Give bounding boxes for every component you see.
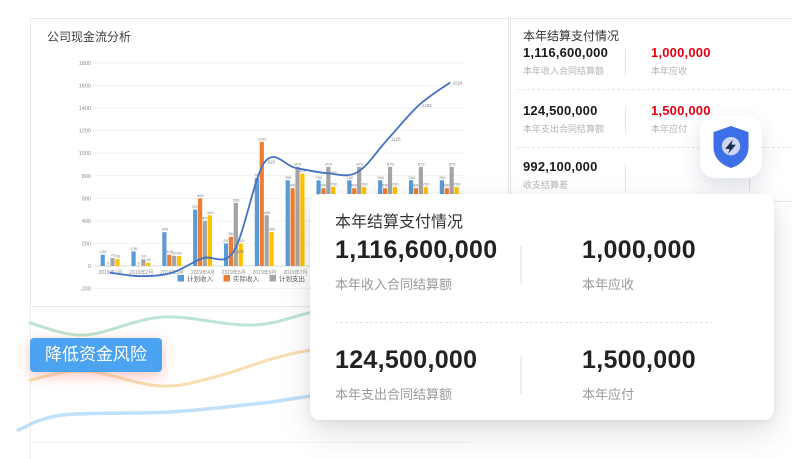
svg-text:400: 400 (82, 219, 91, 225)
svg-text:1800: 1800 (79, 61, 91, 67)
svg-text:计划收入: 计划收入 (187, 274, 214, 283)
svg-text:90: 90 (177, 250, 182, 255)
panel-payable-value: 1,500,000 (651, 103, 711, 118)
divider (335, 322, 713, 323)
panel-receivable: 1,000,000 本年应收 (651, 45, 711, 77)
svg-text:70: 70 (206, 256, 212, 261)
svg-text:700: 700 (454, 182, 461, 187)
svg-text:0: 0 (107, 261, 110, 266)
svg-text:700: 700 (361, 182, 368, 187)
svg-text:700: 700 (392, 182, 399, 187)
popup-payable-label: 本年应付 (582, 384, 696, 403)
svg-text:1000: 1000 (79, 151, 91, 157)
divider (625, 165, 626, 191)
svg-text:2019年4月: 2019年4月 (191, 269, 215, 276)
svg-text:879: 879 (325, 161, 332, 166)
svg-text:879: 879 (418, 161, 425, 166)
svg-text:-200: -200 (80, 287, 91, 293)
settlement-panel-title: 本年结算支付情况 (523, 27, 619, 44)
svg-text:450: 450 (207, 210, 214, 215)
svg-text:2019年7月: 2019年7月 (283, 269, 307, 276)
svg-text:1126: 1126 (391, 137, 401, 142)
popup-payable: 1,500,000 本年应付 (582, 346, 696, 403)
popup-expense-settlement-value: 124,500,000 (335, 346, 477, 375)
svg-text:30: 30 (146, 257, 151, 262)
svg-text:300: 300 (161, 227, 168, 232)
svg-text:760: 760 (377, 175, 384, 180)
svg-text:1200: 1200 (79, 129, 91, 135)
svg-text:实际收入: 实际收入 (233, 274, 260, 283)
svg-text:1600: 1600 (79, 84, 91, 90)
popup-payable-value: 1,500,000 (582, 346, 696, 375)
svg-text:800: 800 (82, 174, 91, 180)
divider (520, 246, 522, 284)
popup-expense-settlement-label: 本年支出合同结算额 (335, 384, 477, 403)
popup-income-settlement-label: 本年收入合同结算额 (335, 274, 497, 293)
svg-text:760: 760 (316, 175, 323, 180)
svg-text:计划支出: 计划支出 (279, 274, 305, 283)
divider (625, 107, 626, 133)
svg-text:0: 0 (88, 264, 91, 270)
risk-reduction-badge: 降低资金风险 (30, 338, 162, 372)
panel-receivable-value: 1,000,000 (651, 45, 711, 60)
popup-title: 本年结算支付情况 (335, 208, 463, 232)
svg-text:130: 130 (237, 249, 245, 254)
svg-text:600: 600 (82, 196, 91, 202)
popup-receivable-label: 本年应收 (582, 274, 696, 293)
svg-text:2019年5月: 2019年5月 (222, 269, 246, 276)
svg-text:879: 879 (449, 161, 456, 166)
svg-text:920: 920 (268, 160, 276, 165)
divider (520, 356, 522, 394)
popup-income-settlement-value: 1,116,600,000 (335, 236, 497, 265)
svg-text:824: 824 (329, 171, 337, 176)
panel-income-settlement: 1,116,600,000 本年收入合同结算额 (523, 45, 608, 77)
svg-text:760: 760 (408, 175, 415, 180)
svg-text:879: 879 (387, 161, 394, 166)
svg-text:100: 100 (100, 249, 107, 254)
svg-text:702: 702 (330, 181, 337, 186)
svg-text:879: 879 (356, 161, 363, 166)
panel-expense-settlement-value: 124,500,000 (523, 103, 604, 118)
panel-receivable-label: 本年应收 (651, 64, 711, 77)
svg-text:0: 0 (138, 261, 141, 266)
shield-lightning-icon (710, 124, 752, 170)
svg-text:760: 760 (285, 175, 292, 180)
divider (625, 49, 626, 75)
settlement-popup: 本年结算支付情况 1,116,600,000 本年收入合同结算额 1,000,0… (310, 194, 774, 420)
panel-balance: 992,100,000 收支结算差 (523, 159, 598, 191)
svg-text:1400: 1400 (79, 106, 91, 112)
svg-text:130: 130 (131, 246, 138, 251)
panel-expense-settlement: 124,500,000 本年支出合同结算额 (523, 103, 604, 135)
svg-text:1425: 1425 (422, 103, 433, 108)
panel-expense-settlement-label: 本年支出合同结算额 (523, 122, 604, 135)
popup-income-settlement: 1,116,600,000 本年收入合同结算额 (335, 236, 497, 293)
popup-receivable: 1,000,000 本年应收 (582, 236, 696, 293)
svg-text:200: 200 (82, 241, 91, 247)
panel-balance-label: 收支结算差 (523, 178, 598, 191)
panel-income-settlement-value: 1,116,600,000 (523, 45, 608, 60)
svg-text:60: 60 (116, 254, 121, 259)
divider (517, 89, 792, 90)
svg-text:560: 560 (233, 197, 240, 202)
panel-income-settlement-label: 本年收入合同结算额 (523, 64, 608, 77)
dashboard: 公司现金流分析 -2000200400600800100012001400160… (0, 0, 792, 459)
svg-text:760: 760 (439, 175, 446, 180)
svg-text:700: 700 (423, 182, 430, 187)
popup-expense-settlement: 124,500,000 本年支出合同结算额 (335, 346, 477, 403)
svg-text:450: 450 (264, 210, 271, 215)
security-shield-card (700, 116, 762, 178)
svg-text:2019年6月: 2019年6月 (253, 269, 277, 276)
svg-text:300: 300 (269, 227, 276, 232)
svg-text:600: 600 (197, 193, 204, 198)
svg-text:1100: 1100 (258, 136, 267, 141)
panel-balance-value: 992,100,000 (523, 159, 598, 174)
svg-text:1624: 1624 (453, 80, 464, 85)
popup-receivable-value: 1,000,000 (582, 236, 696, 265)
svg-text:879: 879 (295, 161, 302, 166)
